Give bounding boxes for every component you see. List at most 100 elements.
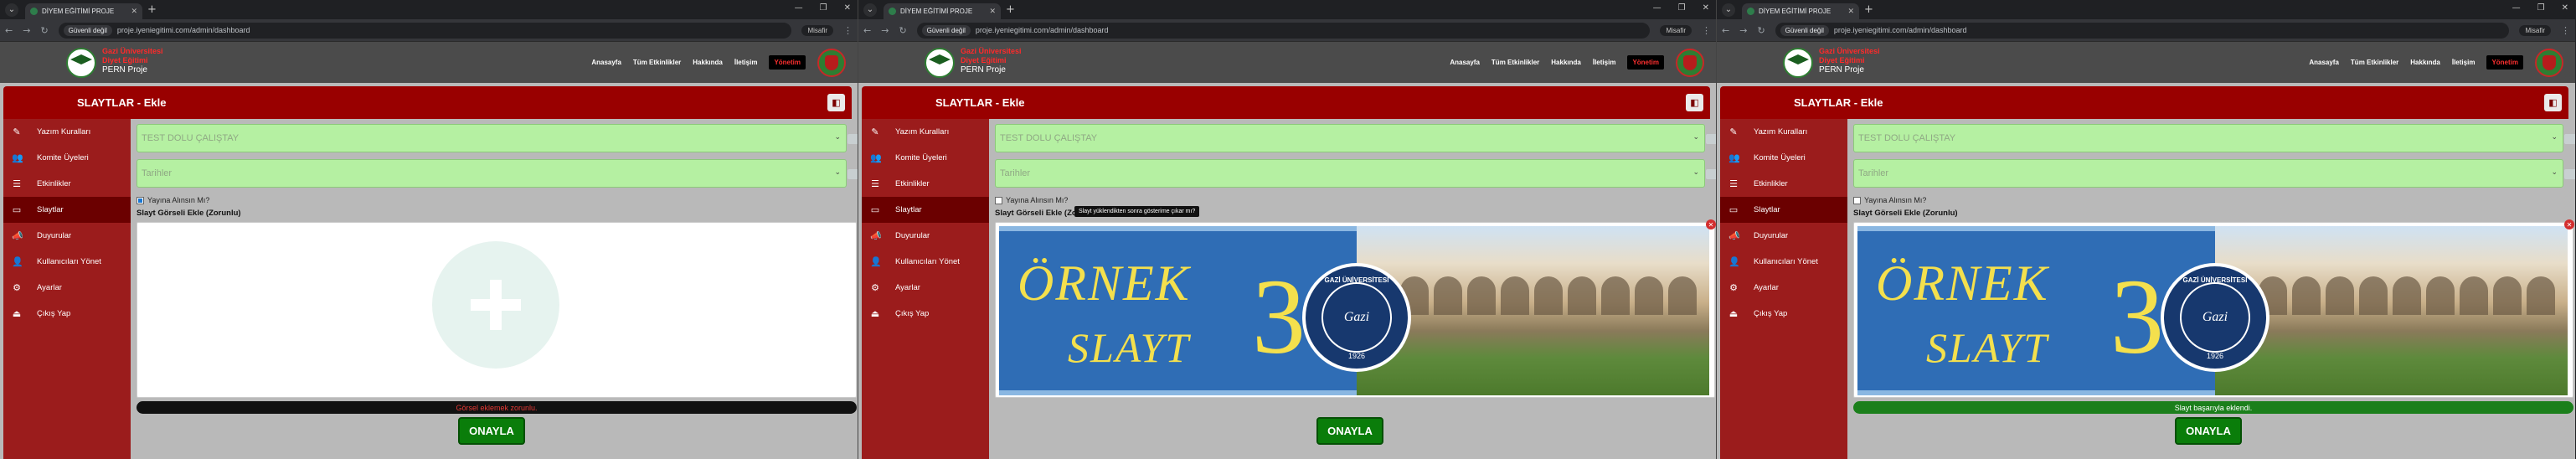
date-select[interactable]: Tarihler ⌄ xyxy=(137,159,858,188)
sidebar-item-5[interactable]: 👤 Kullanıcıları Yönet xyxy=(862,249,989,275)
profile-chip[interactable]: Misafir xyxy=(801,24,833,36)
security-indicator[interactable]: Güvenli değil xyxy=(921,24,971,36)
publish-label[interactable]: Yayına Alınsın Mı? xyxy=(1006,196,1068,204)
nav-link-3[interactable]: İletişim xyxy=(734,59,758,66)
new-tab-icon[interactable]: + xyxy=(147,3,157,16)
maximize-icon[interactable]: ❐ xyxy=(2537,3,2545,13)
close-tab-icon[interactable]: ✕ xyxy=(1847,8,1854,16)
close-window-icon[interactable]: ✕ xyxy=(844,3,851,13)
reload-icon[interactable]: ↻ xyxy=(1757,25,1765,36)
browser-tab[interactable]: DİYEM EĞİTİMİ PROJE ✕ xyxy=(1742,3,1859,19)
menu-icon[interactable]: ⋮ xyxy=(1702,25,1711,36)
nav-link-0[interactable]: Anasayfa xyxy=(2309,59,2339,66)
sidebar-item-7[interactable]: ⏏ Çıkış Yap xyxy=(862,301,989,327)
nav-link-4[interactable]: Yönetim xyxy=(2486,55,2523,70)
sidebar-item-2[interactable]: ☰ Etkinlikler xyxy=(1720,171,1847,197)
collapse-sidebar-icon[interactable]: ◧ xyxy=(1686,94,1703,111)
menu-icon[interactable]: ⋮ xyxy=(2561,25,2570,36)
sidebar-item-3[interactable]: ▭ Slaytlar xyxy=(862,197,989,223)
nav-link-1[interactable]: Tüm Etkinlikler xyxy=(2351,59,2398,66)
reload-icon[interactable]: ↻ xyxy=(899,25,906,36)
nav-link-2[interactable]: Hakkında xyxy=(1551,59,1581,66)
sidebar-item-5[interactable]: 👤 Kullanıcıları Yönet xyxy=(3,249,131,275)
sidebar-item-0[interactable]: ✎ Yazım Kuralları xyxy=(3,119,131,145)
new-tab-icon[interactable]: + xyxy=(1006,3,1015,16)
browser-tab[interactable]: DİYEM EĞİTİMİ PROJE ✕ xyxy=(884,3,1001,19)
site-logo-icon[interactable] xyxy=(1783,48,1813,78)
add-image-plus-icon[interactable] xyxy=(432,241,559,369)
remove-image-icon[interactable]: ✕ xyxy=(2564,219,2574,230)
site-logo-icon[interactable] xyxy=(925,48,955,78)
sidebar-item-2[interactable]: ☰ Etkinlikler xyxy=(3,171,131,197)
sidebar-item-4[interactable]: 📣 Duyurular xyxy=(862,223,989,249)
back-icon[interactable]: ← xyxy=(1722,25,1729,36)
minimize-icon[interactable]: — xyxy=(2512,3,2521,13)
security-indicator[interactable]: Güvenli değil xyxy=(1780,24,1829,36)
nav-link-2[interactable]: Hakkında xyxy=(693,59,723,66)
back-icon[interactable]: ← xyxy=(5,25,13,36)
sidebar-item-4[interactable]: 📣 Duyurular xyxy=(1720,223,1847,249)
sidebar-item-3[interactable]: ▭ Slaytlar xyxy=(1720,197,1847,223)
tab-search-icon[interactable]: ⌄ xyxy=(863,3,877,17)
date-select[interactable]: Tarihler ⌄ xyxy=(995,159,1716,188)
nav-link-2[interactable]: Hakkında xyxy=(2410,59,2440,66)
slide-preview-area[interactable]: ÖRNEK SLAYT 3 GAZİ ÜNİVERSİTESİ Gazi 1926 ✕ xyxy=(1853,219,2574,398)
sidebar-item-6[interactable]: ⚙ Ayarlar xyxy=(1720,275,1847,301)
sidebar-item-7[interactable]: ⏏ Çıkış Yap xyxy=(3,301,131,327)
sidebar-item-1[interactable]: 👥 Komite Üyeleri xyxy=(862,145,989,171)
back-icon[interactable]: ← xyxy=(863,25,871,36)
user-avatar-icon[interactable] xyxy=(817,48,846,77)
minimize-icon[interactable]: — xyxy=(1653,3,1662,13)
sidebar-item-2[interactable]: ☰ Etkinlikler xyxy=(862,171,989,197)
url-text[interactable]: proje.iyeniegitimi.com/admin/dashboard xyxy=(1834,26,1967,34)
publish-label[interactable]: Yayına Alınsın Mı? xyxy=(1864,196,1926,204)
omnibox[interactable]: Güvenli değil proje.iyeniegitimi.com/admi… xyxy=(1775,22,2510,39)
publish-checkbox[interactable] xyxy=(995,196,1002,204)
nav-link-4[interactable]: Yönetim xyxy=(769,55,806,70)
profile-chip[interactable]: Misafir xyxy=(2519,24,2551,36)
forward-icon[interactable]: → xyxy=(881,25,889,36)
minimize-icon[interactable]: — xyxy=(795,3,803,13)
confirm-button[interactable]: ONAYLA xyxy=(458,417,525,445)
tab-search-icon[interactable]: ⌄ xyxy=(1722,3,1735,17)
image-upload-area[interactable] xyxy=(137,222,857,398)
nav-link-3[interactable]: İletişim xyxy=(2452,59,2476,66)
close-tab-icon[interactable]: ✕ xyxy=(989,8,996,16)
forward-icon[interactable]: → xyxy=(23,25,30,36)
user-avatar-icon[interactable] xyxy=(1676,48,1704,77)
collapse-sidebar-icon[interactable]: ◧ xyxy=(827,94,845,111)
maximize-icon[interactable]: ❐ xyxy=(820,3,827,13)
event-select[interactable]: TEST DOLU ÇALIŞTAY ⌄ xyxy=(995,124,1716,152)
event-select[interactable]: TEST DOLU ÇALIŞTAY ⌄ xyxy=(137,124,858,152)
menu-icon[interactable]: ⋮ xyxy=(843,25,853,36)
site-logo-icon[interactable] xyxy=(66,48,96,78)
omnibox[interactable]: Güvenli değil proje.iyeniegitimi.com/admi… xyxy=(916,22,1651,39)
publish-checkbox[interactable] xyxy=(1853,196,1861,204)
reload-icon[interactable]: ↻ xyxy=(40,25,48,36)
nav-link-1[interactable]: Tüm Etkinlikler xyxy=(1492,59,1539,66)
user-avatar-icon[interactable] xyxy=(2535,48,2563,77)
sidebar-item-4[interactable]: 📣 Duyurular xyxy=(3,223,131,249)
security-indicator[interactable]: Güvenli değil xyxy=(63,24,112,36)
publish-label[interactable]: Yayına Alınsın Mı? xyxy=(147,196,209,204)
close-tab-icon[interactable]: ✕ xyxy=(131,8,137,16)
url-text[interactable]: proje.iyeniegitimi.com/admin/dashboard xyxy=(117,26,250,34)
url-text[interactable]: proje.iyeniegitimi.com/admin/dashboard xyxy=(976,26,1109,34)
close-window-icon[interactable]: ✕ xyxy=(1703,3,1709,13)
forward-icon[interactable]: → xyxy=(1739,25,1747,36)
tab-search-icon[interactable]: ⌄ xyxy=(5,3,18,17)
event-select[interactable]: TEST DOLU ÇALIŞTAY ⌄ xyxy=(1853,124,2575,152)
slide-preview-area[interactable]: ÖRNEK SLAYT 3 GAZİ ÜNİVERSİTESİ Gazi 1926 ✕ xyxy=(995,219,1716,398)
sidebar-item-1[interactable]: 👥 Komite Üyeleri xyxy=(1720,145,1847,171)
profile-chip[interactable]: Misafir xyxy=(1660,24,1692,36)
sidebar-item-5[interactable]: 👤 Kullanıcıları Yönet xyxy=(1720,249,1847,275)
collapse-sidebar-icon[interactable]: ◧ xyxy=(2544,94,2562,111)
nav-link-1[interactable]: Tüm Etkinlikler xyxy=(633,59,681,66)
nav-link-0[interactable]: Anasayfa xyxy=(1450,59,1480,66)
close-window-icon[interactable]: ✕ xyxy=(2562,3,2568,13)
sidebar-item-0[interactable]: ✎ Yazım Kuralları xyxy=(1720,119,1847,145)
sidebar-item-7[interactable]: ⏏ Çıkış Yap xyxy=(1720,301,1847,327)
sidebar-item-3[interactable]: ▭ Slaytlar xyxy=(3,197,131,223)
browser-tab[interactable]: DİYEM EĞİTİMİ PROJE ✕ xyxy=(25,3,142,19)
sidebar-item-1[interactable]: 👥 Komite Üyeleri xyxy=(3,145,131,171)
